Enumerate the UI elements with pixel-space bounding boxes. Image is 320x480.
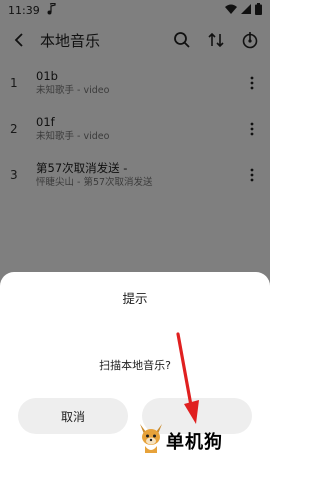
watermark-text: 单机狗 xyxy=(166,432,223,453)
dog-mascot-icon xyxy=(140,424,162,453)
dialog-title: 提示 xyxy=(122,291,148,306)
cancel-button[interactable]: 取消 xyxy=(18,398,128,434)
dialog-message: 扫描本地音乐? xyxy=(99,359,171,372)
watermark: 单机狗 xyxy=(136,420,240,456)
